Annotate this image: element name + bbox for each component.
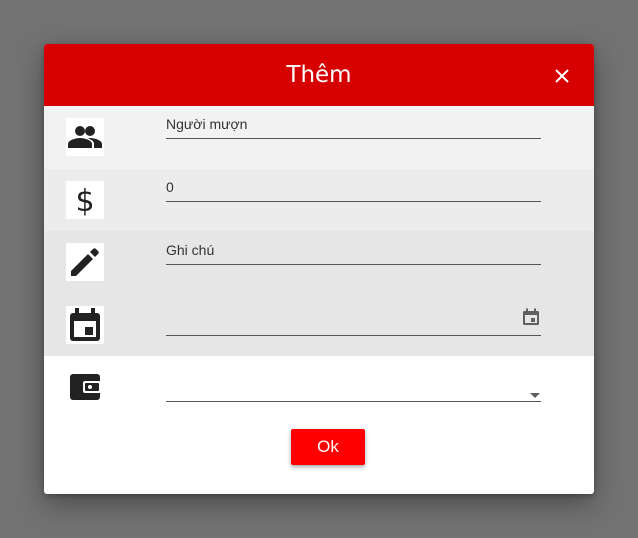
dialog-title: Thêm bbox=[286, 62, 352, 88]
wallet-row bbox=[44, 356, 594, 426]
dollar-icon: $ bbox=[66, 181, 104, 219]
calendar-icon bbox=[66, 306, 104, 344]
pencil-icon bbox=[66, 243, 104, 281]
ok-button[interactable]: Ok bbox=[291, 429, 365, 465]
calendar-small-icon[interactable] bbox=[522, 308, 540, 326]
borrower-row: Người mượn bbox=[44, 106, 594, 169]
wallet-select[interactable] bbox=[166, 376, 541, 402]
date-field[interactable] bbox=[166, 300, 541, 336]
close-icon[interactable] bbox=[550, 64, 574, 88]
amount-field[interactable]: 0 bbox=[166, 175, 541, 202]
dropdown-arrow-icon[interactable] bbox=[529, 385, 541, 398]
note-placeholder: Ghi chú bbox=[166, 242, 215, 258]
amount-value: 0 bbox=[166, 179, 174, 195]
svg-text:$: $ bbox=[75, 184, 94, 219]
people-icon bbox=[66, 118, 104, 156]
borrower-field[interactable]: Người mượn bbox=[166, 112, 541, 139]
note-date-row: Ghi chú bbox=[44, 231, 594, 356]
add-dialog: Thêm Người mượn $ 0 Ghi chú Ok bbox=[44, 44, 594, 494]
borrower-placeholder: Người mượn bbox=[166, 116, 248, 132]
amount-row: $ 0 bbox=[44, 169, 594, 231]
wallet-icon bbox=[66, 368, 104, 406]
note-field[interactable]: Ghi chú bbox=[166, 238, 541, 265]
dialog-header: Thêm bbox=[44, 44, 594, 106]
